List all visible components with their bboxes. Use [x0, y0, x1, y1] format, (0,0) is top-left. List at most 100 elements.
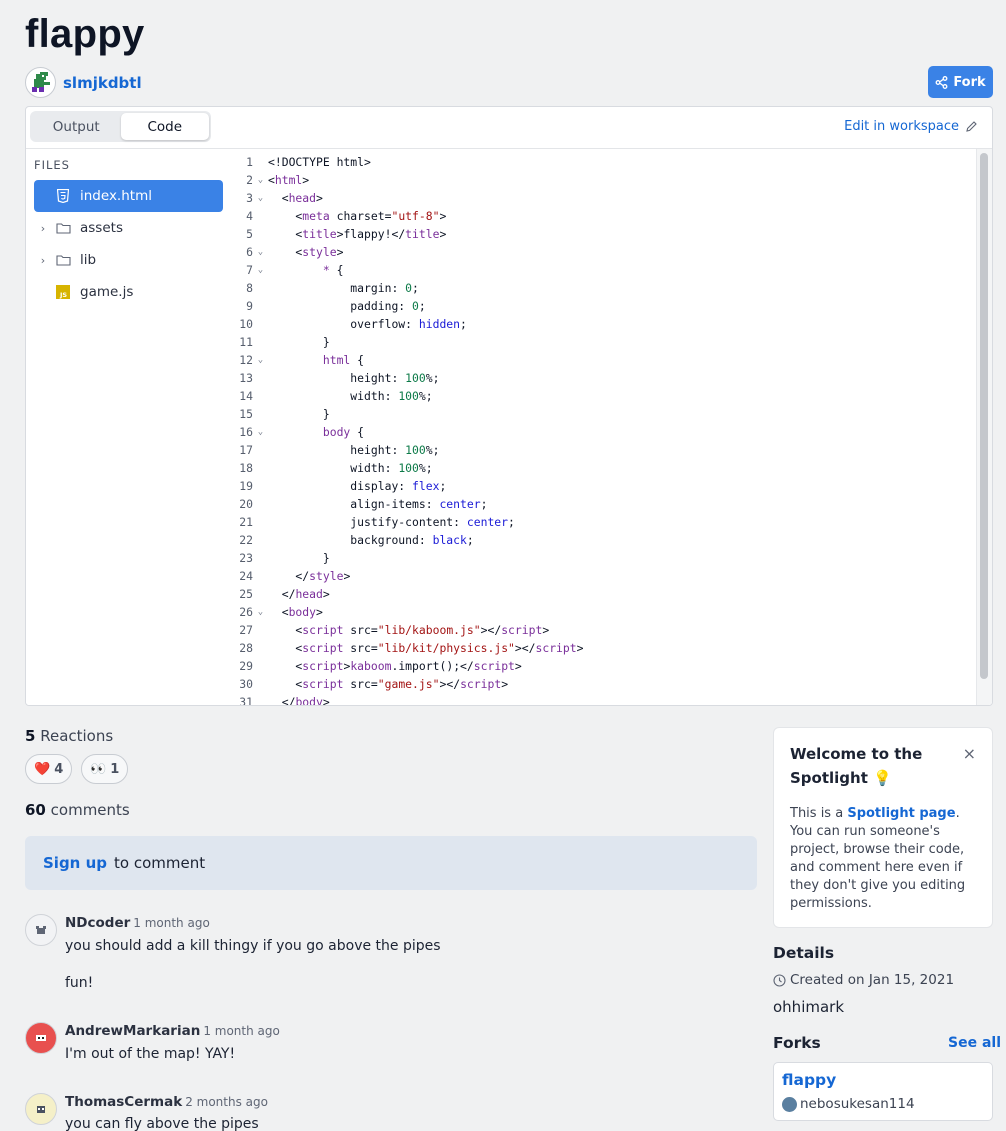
code-token: < [268, 659, 303, 673]
code-line[interactable]: 24 </style > [231, 567, 350, 585]
code-line[interactable]: 30 < script src= "game.js" ></script > [231, 675, 508, 693]
fold-chevron-icon[interactable]: ⌄ [253, 243, 268, 261]
details-username[interactable]: ohhimark [773, 998, 844, 1016]
code-line[interactable]: 3 ⌄ < head > [231, 189, 323, 207]
line-number: 11 [239, 335, 253, 349]
code-token: > [439, 209, 447, 223]
code-editor[interactable]: 1 <!DOCTYPE html> 2 ⌄ < html >3 ⌄ < head >4 < meta… [231, 149, 992, 705]
code-line[interactable]: 5 < title >flappy!</title > [231, 225, 446, 243]
code-line[interactable]: 2 ⌄ < html > [231, 171, 309, 189]
code-line[interactable]: 22 background: black; [231, 531, 473, 549]
code-line[interactable]: 27 < script src= "lib/kaboom.js" ></script > [231, 621, 549, 639]
code-line[interactable]: 4 < meta charset= "utf-8" > [231, 207, 446, 225]
code-line[interactable]: 16 ⌄ body { [231, 423, 364, 441]
code-token: src= [343, 677, 378, 691]
line-number: 15 [239, 407, 253, 421]
folder-lib[interactable]: › lib [34, 244, 223, 276]
code-token: width: [268, 389, 399, 403]
edit-in-workspace-link[interactable]: Edit in workspace [844, 119, 978, 134]
line-number: 28 [239, 641, 253, 655]
code-token: script [473, 659, 515, 673]
fold-chevron-icon[interactable]: ⌄ [253, 351, 268, 369]
code-line[interactable]: 31 </body > [231, 693, 329, 705]
comment-avatar[interactable] [25, 914, 57, 946]
code-line[interactable]: 9 padding: 0; [231, 297, 426, 315]
comment-avatar[interactable] [25, 1093, 57, 1125]
file-index-html[interactable]: index.html [34, 180, 223, 212]
signup-text: to comment [114, 854, 206, 872]
code-token: > [542, 623, 550, 637]
comment-author[interactable]: AndrewMarkarian 1 month ago [65, 1023, 280, 1039]
code-line[interactable]: 1 <!DOCTYPE html> [231, 153, 371, 171]
code-line[interactable]: 20 align-items: center; [231, 495, 487, 513]
line-number: 4 [246, 209, 253, 223]
code-line[interactable]: 11 } [231, 333, 330, 351]
fold-chevron-icon[interactable]: ⌄ [253, 189, 268, 207]
code-line[interactable]: 21 justify-content: center; [231, 513, 515, 531]
file-game-js[interactable]: JS game.js [34, 276, 223, 308]
code-token: > [316, 605, 323, 619]
folder-assets[interactable]: › assets [34, 212, 223, 244]
code-line[interactable]: 19 display: flex; [231, 477, 446, 495]
fold-chevron-icon[interactable]: ⌄ [253, 171, 268, 189]
line-number: 29 [239, 659, 253, 673]
fold-chevron-icon[interactable]: ⌄ [253, 603, 268, 621]
owner-avatar[interactable] [25, 67, 56, 98]
code-line[interactable]: 29 < script > kaboom .import();</script > [231, 657, 522, 675]
eyes-emoji-icon: 👀 [90, 761, 107, 777]
reaction-heart[interactable]: ❤️ 4 [25, 754, 73, 784]
code-token: } [268, 335, 330, 349]
comment-author[interactable]: ThomasCermak 2 months ago [65, 1094, 268, 1110]
code-line[interactable]: 18 width: 100%; [231, 459, 433, 477]
code-line[interactable]: 28 < script src= "lib/kit/physics.js" ></sc… [231, 639, 583, 657]
dinosaur-icon [32, 72, 50, 92]
code-line[interactable]: 25 </head > [231, 585, 329, 603]
code-line[interactable]: 14 width: 100%; [231, 387, 432, 405]
fold-chevron-icon[interactable]: ⌄ [253, 423, 268, 441]
owner-info[interactable]: slmjkdbtl [25, 67, 142, 98]
code-token: background: [268, 533, 433, 547]
sign-up-link[interactable]: Sign up [43, 854, 107, 872]
code-token: * [268, 263, 337, 277]
code-line[interactable]: 23 } [231, 549, 329, 567]
fork-owner[interactable]: nebosukesan114 [782, 1096, 915, 1112]
comment-avatar[interactable] [25, 1022, 57, 1054]
code-line[interactable]: 17 height: 100%; [231, 441, 439, 459]
code-line[interactable]: 6 ⌄ < style > [231, 243, 343, 261]
comment-author[interactable]: NDcoder 1 month ago [65, 915, 210, 931]
code-token: center [439, 497, 481, 511]
code-token: body [288, 605, 317, 619]
chevron-right-icon[interactable]: › [34, 222, 52, 235]
code-token: margin: [268, 281, 406, 295]
code-line[interactable]: 13 height: 100%; [231, 369, 439, 387]
code-line[interactable]: 26 ⌄ < body > [231, 603, 323, 621]
reaction-eyes[interactable]: 👀 1 [81, 754, 129, 784]
code-token: kaboom [350, 659, 392, 673]
code-token: %; [418, 461, 433, 475]
owner-username[interactable]: slmjkdbtl [63, 74, 142, 92]
code-line[interactable]: 8 margin: 0; [231, 279, 419, 297]
line-number: 27 [239, 623, 253, 637]
folder-icon [52, 222, 74, 234]
fork-button[interactable]: Fork [928, 66, 993, 98]
code-line[interactable]: 7 ⌄ * { [231, 261, 343, 279]
avatar-icon [36, 926, 46, 934]
fork-name[interactable]: flappy [782, 1071, 836, 1089]
line-number: 8 [246, 281, 253, 295]
fork-card[interactable]: flappy nebosukesan114 [773, 1062, 993, 1121]
comments-count: 60 comments [25, 801, 130, 819]
editor-scrollbar[interactable] [980, 153, 988, 679]
code-line[interactable]: 12 ⌄ html { [231, 351, 364, 369]
comment-time: 2 months ago [185, 1095, 268, 1109]
page-title: flappy [25, 12, 145, 56]
chevron-right-icon[interactable]: › [34, 254, 52, 267]
code-line[interactable]: 15 } [231, 405, 329, 423]
see-all-forks-link[interactable]: See all [948, 1035, 1001, 1051]
spotlight-page-link[interactable]: Spotlight page [847, 806, 955, 821]
tab-output[interactable]: Output [32, 113, 121, 140]
code-line[interactable]: 10 overflow: hidden; [231, 315, 467, 333]
tab-code[interactable]: Code [120, 113, 209, 140]
editor-scroll-track[interactable] [976, 149, 992, 705]
close-icon[interactable]: × [963, 744, 976, 763]
fold-chevron-icon[interactable]: ⌄ [253, 261, 268, 279]
